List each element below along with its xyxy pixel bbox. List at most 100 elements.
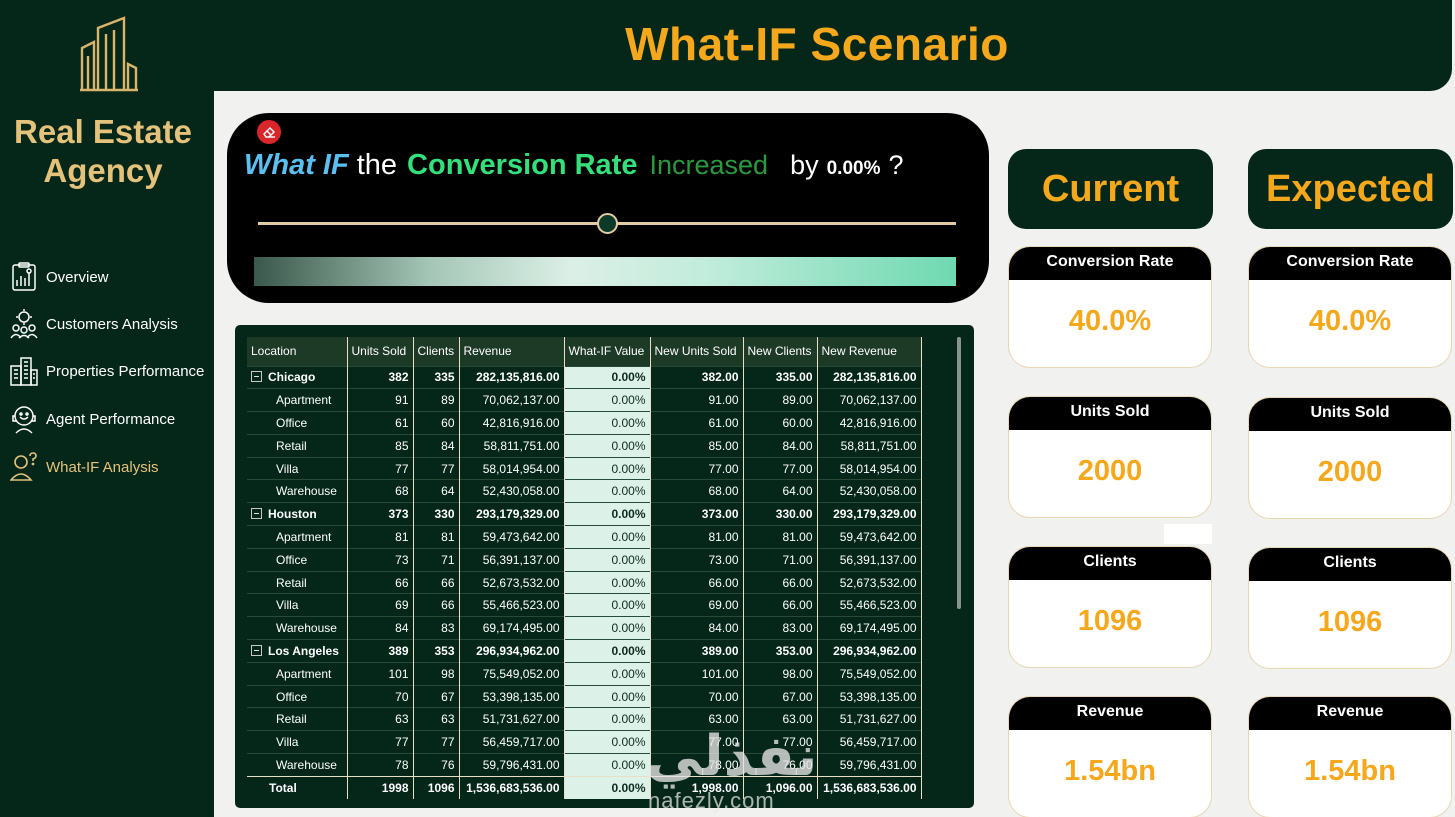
cell-location: Houston	[247, 502, 348, 526]
cell-value: 1096	[413, 775, 460, 800]
cell-what-if-value: 0.00%	[564, 753, 651, 777]
card-title: Revenue	[1009, 697, 1211, 730]
table-row[interactable]: Apartment 101 98 75,549,052.00 0.00% 101.00 98…	[247, 661, 922, 686]
table-group-row[interactable]: Chicago 382 335 282,135,816.00 0.00% 382.00 33…	[247, 365, 922, 389]
cell-value: 63	[347, 707, 414, 731]
cell-value: 67.00	[743, 684, 818, 708]
cell-what-if-value: 0.00%	[564, 593, 651, 617]
cell-value: 73.00	[650, 547, 744, 572]
card-value: 40.0%	[1068, 305, 1152, 337]
cell-location: Villa	[247, 456, 348, 480]
cell-value: 61	[347, 411, 414, 435]
col-header-clients[interactable]: Clients	[413, 337, 460, 366]
collapse-icon[interactable]	[251, 371, 262, 383]
table-row[interactable]: Villa 77 77 56,459,717.00 0.00% 77.00 77.00 56,…	[247, 730, 922, 754]
cell-value: 64.00	[743, 479, 818, 503]
cell-location: Total	[247, 775, 348, 800]
cell-what-if-value: 0.00%	[564, 433, 651, 458]
col-header-what-if-value[interactable]: What-IF Value	[564, 337, 651, 366]
card-title: Conversion Rate	[1249, 247, 1451, 280]
nav-item-what-if-analysis[interactable]: What-IF Analysis	[10, 450, 214, 484]
cell-location-label: Los Angeles	[268, 643, 339, 658]
card-value: 1.54bn	[1304, 755, 1396, 787]
cell-location: Retail	[247, 707, 348, 731]
collapse-icon[interactable]	[251, 644, 262, 656]
cell-what-if-value: 0.00%	[564, 525, 651, 549]
table-row[interactable]: Office 73 71 56,391,137.00 0.00% 73.00 71.00 56…	[247, 547, 922, 572]
table-row[interactable]: Retail 85 84 58,811,751.00 0.00% 85.00 84.00 58…	[247, 433, 922, 458]
cell-value: 373.00	[650, 502, 744, 526]
cell-value: 282,135,816.00	[459, 365, 565, 389]
table-row[interactable]: Warehouse 78 76 59,796,431.00 0.00% 78.00 76.0…	[247, 753, 922, 777]
nav-item-customers-analysis[interactable]: Customers Analysis	[10, 307, 214, 341]
cell-value: 60.00	[743, 411, 818, 435]
q-increased: Increased	[649, 150, 769, 180]
cell-location: Apartment	[247, 388, 348, 412]
col-header-new-units-sold[interactable]: New Units Sold	[650, 337, 744, 366]
table-row[interactable]: Office 61 60 42,816,916.00 0.00% 61.00 60.00 42…	[247, 411, 922, 435]
cell-value: 66	[347, 570, 414, 594]
table-row[interactable]: Retail 63 63 51,731,627.00 0.00% 63.00 63.00 51…	[247, 707, 922, 731]
col-header-revenue[interactable]: Revenue	[459, 337, 565, 366]
cell-value: 84	[347, 616, 414, 640]
table-row[interactable]: Retail 66 66 52,673,532.00 0.00% 66.00 66.00 52…	[247, 570, 922, 594]
cell-value: 70,062,137.00	[817, 388, 922, 412]
cell-location: Los Angeles	[247, 639, 348, 663]
cell-value: 55,466,523.00	[817, 593, 922, 617]
col-header-location[interactable]: Location	[247, 337, 348, 366]
cell-value: 66	[413, 593, 460, 617]
col-header-units-sold[interactable]: Units Sold	[347, 337, 414, 366]
what-if-slider-handle[interactable]	[596, 213, 618, 234]
table-row[interactable]: Apartment 81 81 59,473,642.00 0.00% 81.00 81.0…	[247, 525, 922, 549]
table-row[interactable]: Villa 77 77 58,014,954.00 0.00% 77.00 77.00 58,…	[247, 456, 922, 480]
table-group-row[interactable]: Houston 373 330 293,179,329.00 0.00% 373.00 33…	[247, 502, 922, 526]
table-scrollbar[interactable]	[957, 337, 961, 609]
table-row[interactable]: Office 70 67 53,398,135.00 0.00% 70.00 67.00 53…	[247, 684, 922, 708]
table-group-row[interactable]: Los Angeles 389 353 296,934,962.00 0.00% 389.…	[247, 639, 922, 663]
col-header-new-clients[interactable]: New Clients	[743, 337, 818, 366]
table-row[interactable]: Warehouse 84 83 69,174,495.00 0.00% 84.00 83.0…	[247, 616, 922, 640]
cell-location: Warehouse	[247, 753, 348, 777]
col-header-new-revenue[interactable]: New Revenue	[817, 337, 922, 366]
cell-value: 83	[413, 616, 460, 640]
cell-value: 66.00	[650, 570, 744, 594]
cell-what-if-value: 0.00%	[564, 639, 651, 663]
cell-value: 382.00	[650, 365, 744, 389]
card-title: Clients	[1009, 547, 1211, 580]
table-row[interactable]: Villa 69 66 55,466,523.00 0.00% 69.00 66.00 55,…	[247, 593, 922, 617]
cell-value: 52,673,532.00	[817, 570, 922, 594]
cell-location: Warehouse	[247, 616, 348, 640]
cell-value: 389	[347, 639, 414, 663]
current-clients-card: Clients 1096	[1008, 546, 1212, 668]
clear-selection-button[interactable]	[257, 120, 281, 144]
expected-clients-card: Clients 1096	[1248, 547, 1452, 669]
cell-value: 373	[347, 502, 414, 526]
sidebar: Real Estate Agency Overview Customers An…	[0, 0, 214, 817]
nav-item-agent-performance[interactable]: Agent Performance	[10, 402, 214, 436]
q-what-if: What IF	[244, 149, 349, 181]
card-title: Units Sold	[1249, 398, 1451, 431]
nav-item-overview[interactable]: Overview	[10, 260, 214, 294]
collapse-icon[interactable]	[251, 508, 262, 520]
cell-value: 81	[413, 525, 460, 549]
cell-value: 296,934,962.00	[817, 639, 922, 663]
cell-value: 81.00	[743, 525, 818, 549]
table-header-row: Location Units Sold Clients Revenue What…	[247, 337, 922, 366]
table-row[interactable]: Apartment 91 89 70,062,137.00 0.00% 91.00 89.0…	[247, 388, 922, 412]
cell-what-if-value: 0.00%	[564, 684, 651, 708]
table-total-row[interactable]: Total 1998 1096 1,536,683,536.00 0.00% 1,998.…	[247, 775, 922, 800]
cell-what-if-value: 0.00%	[564, 456, 651, 480]
cell-location: Villa	[247, 730, 348, 754]
cell-location: Warehouse	[247, 479, 348, 503]
blank-patch	[1164, 524, 1212, 544]
cell-value: 42,816,916.00	[459, 411, 565, 435]
cell-value: 52,430,058.00	[817, 479, 922, 503]
cell-location: Apartment	[247, 661, 348, 686]
table-row[interactable]: Warehouse 68 64 52,430,058.00 0.00% 68.00 64.0…	[247, 479, 922, 503]
expected-revenue-card: Revenue 1.54bn	[1248, 696, 1452, 817]
nav-item-properties-performance[interactable]: Properties Performance	[10, 354, 214, 388]
cell-value: 70,062,137.00	[459, 388, 565, 412]
cell-what-if-value: 0.00%	[564, 616, 651, 640]
cell-location: Chicago	[247, 365, 348, 389]
cell-value: 70	[347, 684, 414, 708]
